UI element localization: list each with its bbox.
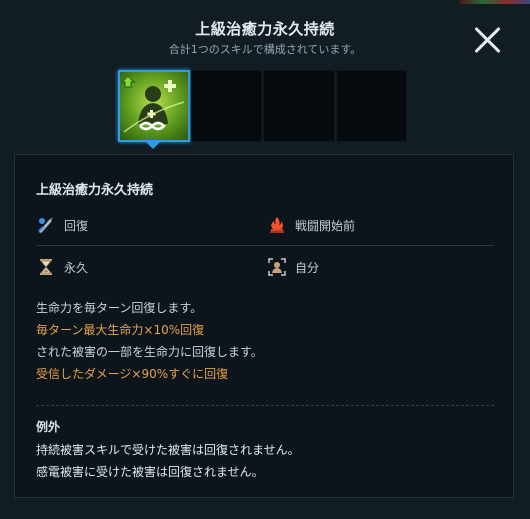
attr-type: 回復: [36, 215, 88, 235]
self-target-icon: [267, 257, 287, 277]
attr-duration-label: 永久: [64, 260, 89, 275]
close-icon[interactable]: [472, 24, 504, 56]
skill-slot-4: [335, 70, 407, 142]
skill-slots: [118, 70, 408, 142]
fire-bowl-icon: [267, 215, 287, 235]
popup-subtitle: 合計1つのスキルで構成されています。: [168, 43, 362, 56]
skill-slot-2: [191, 70, 263, 142]
description-line: 生命力を毎ターン回復します。: [36, 301, 203, 315]
sword-heal-icon: [36, 215, 56, 235]
attr-type-label: 回復: [64, 218, 89, 233]
slot-pointer: [146, 142, 160, 149]
hourglass-icon: [36, 257, 56, 277]
attr-target: 自分: [267, 257, 319, 277]
skill-detail-panel: 上級治癒力永久持続 回復 戦闘開始前 永久 自分 生命力を毎ターン回復します。 …: [14, 154, 514, 498]
skill-name: 上級治癒力永久持続: [36, 183, 154, 198]
description-line: 毎ターン最大生命力×10%回復: [36, 323, 205, 337]
top-right-decoration: [460, 0, 530, 4]
exception-line: 持続被害スキルで受けた被害は回復されません。: [36, 443, 300, 457]
description-line: された被害の一部を生命力に回復します。: [36, 345, 263, 359]
skill-slot-3: [263, 70, 335, 142]
exceptions-title: 例外: [36, 420, 61, 434]
skill-description: 生命力を毎ターン回復します。 毎ターン最大生命力×10%回復 された被害の一部を…: [36, 297, 263, 385]
attr-timing-label: 戦闘開始前: [295, 218, 356, 233]
heal-person-infinity-icon: [120, 75, 185, 133]
skill-slot-1[interactable]: [118, 70, 190, 142]
attr-target-label: 自分: [295, 260, 320, 275]
popup-title: 上級治癒力永久持続: [195, 20, 335, 38]
attr-timing: 戦闘開始前: [267, 215, 355, 235]
attr-duration: 永久: [36, 257, 88, 277]
section-divider: [36, 405, 494, 406]
exception-line: 感電被害に受けた被害は回復されません。: [36, 465, 264, 479]
attr-divider: [36, 245, 494, 246]
description-line: 受信したダメージ×90%すぐに回復: [36, 367, 229, 381]
